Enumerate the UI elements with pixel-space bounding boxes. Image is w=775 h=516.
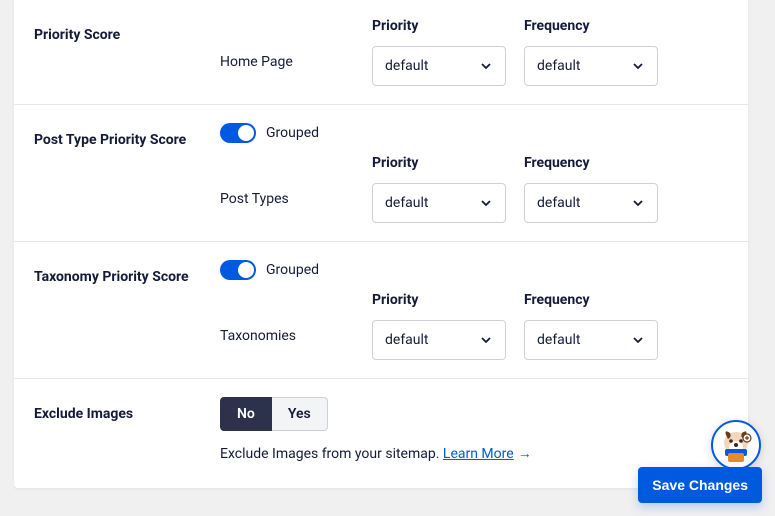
priority-block: Priority default (372, 18, 506, 86)
exclude-images-segmented: No Yes (220, 397, 728, 431)
priority-block: Priority default (372, 155, 506, 223)
priority-heading: Priority (372, 155, 506, 175)
frequency-select-home[interactable]: default (524, 46, 658, 86)
row-label-home-page: Home Page (220, 18, 368, 86)
section-exclude-images: Exclude Images No Yes Exclude Images fro… (14, 379, 748, 474)
section-priority-score: Priority Score Home Page Priority defaul… (14, 0, 748, 105)
priority-heading: Priority (372, 18, 506, 38)
grouped-label: Grouped (266, 125, 319, 141)
exclude-help-text: Exclude Images from your sitemap. Learn … (220, 445, 728, 462)
chevron-down-icon (479, 59, 493, 73)
frequency-block: Frequency default (524, 292, 658, 360)
frequency-heading: Frequency (524, 292, 658, 312)
section-content: No Yes Exclude Images from your sitemap.… (220, 397, 728, 462)
chevron-down-icon (479, 333, 493, 347)
section-label: Post Type Priority Score (34, 123, 220, 223)
section-content: Grouped Post Types Priority default Freq… (220, 123, 728, 223)
help-prefix: Exclude Images from your sitemap. (220, 446, 443, 462)
frequency-block: Frequency default (524, 18, 658, 86)
section-post-type-priority: Post Type Priority Score Grouped Post Ty… (14, 105, 748, 242)
exclude-no-button[interactable]: No (220, 397, 272, 431)
settings-card: Priority Score Home Page Priority defaul… (14, 0, 748, 488)
exclude-yes-button[interactable]: Yes (272, 397, 328, 431)
frequency-select-post-types[interactable]: default (524, 183, 658, 223)
priority-select-post-types[interactable]: default (372, 183, 506, 223)
select-value: default (385, 332, 429, 348)
grouped-label: Grouped (266, 262, 319, 278)
priority-select-taxonomies[interactable]: default (372, 320, 506, 360)
chevron-down-icon (631, 59, 645, 73)
arrow-right-icon: → (518, 446, 532, 462)
section-content: Grouped Taxonomies Priority default Freq… (220, 260, 728, 360)
chevron-down-icon (631, 333, 645, 347)
chevron-down-icon (479, 196, 493, 210)
select-value: default (385, 195, 429, 211)
frequency-heading: Frequency (524, 18, 658, 38)
row-label-taxonomies: Taxonomies (220, 292, 368, 360)
learn-more-link[interactable]: Learn More (443, 446, 514, 462)
section-label: Priority Score (34, 18, 220, 86)
save-changes-button[interactable]: Save Changes (638, 467, 762, 503)
select-value: default (537, 332, 581, 348)
section-content: Home Page Priority default Frequency def… (220, 18, 728, 86)
chevron-down-icon (631, 196, 645, 210)
select-value: default (385, 58, 429, 74)
frequency-select-taxonomies[interactable]: default (524, 320, 658, 360)
priority-select-home[interactable]: default (372, 46, 506, 86)
section-label: Exclude Images (34, 397, 220, 462)
row-label-post-types: Post Types (220, 155, 368, 223)
priority-heading: Priority (372, 292, 506, 312)
section-taxonomy-priority: Taxonomy Priority Score Grouped Taxonomi… (14, 242, 748, 379)
priority-block: Priority default (372, 292, 506, 360)
select-value: default (537, 58, 581, 74)
section-label: Taxonomy Priority Score (34, 260, 220, 360)
frequency-block: Frequency default (524, 155, 658, 223)
mascot-avatar[interactable] (711, 420, 761, 470)
select-value: default (537, 195, 581, 211)
frequency-heading: Frequency (524, 155, 658, 175)
grouped-toggle-taxonomy[interactable] (220, 260, 256, 280)
grouped-toggle-post-type[interactable] (220, 123, 256, 143)
